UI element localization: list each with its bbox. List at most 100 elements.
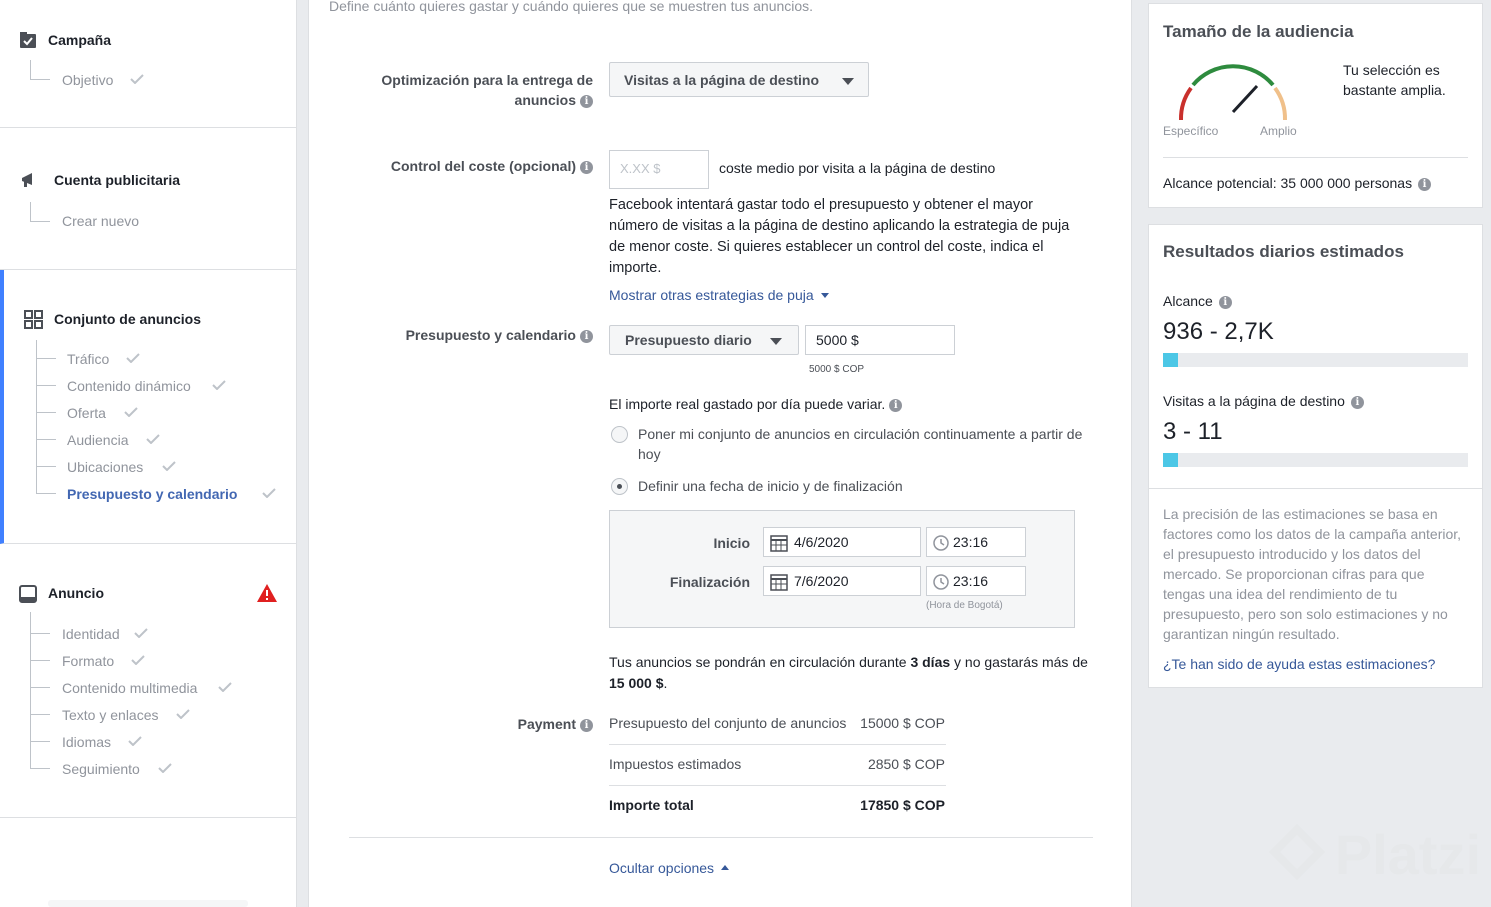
end-date-input[interactable]: 7/6/2020: [763, 566, 921, 596]
clock-icon: [933, 535, 949, 551]
tree-connector: [30, 612, 31, 768]
budget-variance-note: El importe real gastado por día puede va…: [609, 394, 903, 415]
timezone-note: (Hora de Bogotá): [926, 600, 1003, 611]
calendar-icon: [770, 535, 788, 552]
radio-dates[interactable]: [611, 478, 628, 495]
tree-connector: [36, 376, 56, 386]
sidebar-account-title[interactable]: Cuenta publicitaria: [54, 172, 180, 188]
visits-value: 3 - 11: [1163, 418, 1223, 445]
potential-reach-text: Alcance potencial: 35 000 000 personas: [1163, 175, 1413, 191]
tree-connector: [30, 202, 50, 222]
sidebar-item-seguimiento[interactable]: Seguimiento: [62, 759, 140, 779]
sidebar-section-ad: Anuncio Identidad Formato Contenido mult…: [0, 544, 297, 818]
tree-connector: [36, 430, 56, 440]
budget-label-text: Presupuesto y calendario: [405, 327, 576, 343]
payment-row-tax-value: 2850 $ COP: [867, 756, 945, 772]
tree-connector: [36, 340, 37, 491]
sidebar-campaign-title[interactable]: Campaña: [48, 32, 111, 48]
radio-continuous-label[interactable]: Poner mi conjunto de anuncios en circula…: [638, 424, 1098, 464]
tree-connector: [30, 732, 50, 742]
reach-bar-fill: [1163, 353, 1179, 367]
divider: [349, 837, 1093, 838]
start-date-input[interactable]: 4/6/2020: [763, 527, 921, 557]
cost-control-input[interactable]: X.XX $: [609, 150, 709, 189]
budget-type-dropdown[interactable]: Presupuesto diario: [609, 325, 799, 355]
info-icon[interactable]: i: [1418, 178, 1432, 191]
info-icon[interactable]: i: [580, 719, 593, 732]
info-icon[interactable]: i: [1350, 396, 1364, 409]
audience-size-card: Tamaño de la audiencia Específico Amplio…: [1148, 3, 1483, 208]
sidebar-item-identidad[interactable]: Identidad: [62, 624, 120, 644]
summary-end: .: [663, 675, 668, 691]
budget-amount-value: 5000 $: [816, 332, 859, 348]
sidebar-item-objetivo[interactable]: Objetivo: [62, 70, 113, 90]
divider: [1163, 157, 1468, 158]
tree-connector: [30, 651, 50, 661]
end-time-input[interactable]: 23:16: [926, 566, 1026, 596]
budget-amount-input[interactable]: 5000 $: [805, 325, 955, 355]
start-date-value: 4/6/2020: [794, 534, 849, 550]
payment-row-budget-name: Presupuesto del conjunto de anuncios: [609, 715, 847, 731]
show-bid-strategies-link[interactable]: Mostrar otras estrategias de puja: [609, 287, 829, 303]
daily-results-card: Resultados diarios estimados Alcance i 93…: [1148, 224, 1483, 688]
calendar-icon: [770, 574, 788, 591]
check-icon: [134, 628, 148, 638]
sidebar-item-ubicaciones[interactable]: Ubicaciones: [67, 457, 143, 477]
sidebar-item-idiomas[interactable]: Idiomas: [62, 732, 111, 752]
hide-options-text: Ocultar opciones: [609, 860, 715, 876]
estimates-feedback-link[interactable]: ¿Te han sido de ayuda estas estimaciones…: [1163, 656, 1435, 672]
show-bid-strategies-text: Mostrar otras estrategias de puja: [609, 287, 814, 303]
main-content: Define cuánto quieres gastar y cuándo qu…: [308, 0, 1132, 907]
daily-results-title: Resultados diarios estimados: [1163, 242, 1404, 261]
tree-connector: [36, 484, 56, 494]
sidebar-item-audiencia[interactable]: Audiencia: [67, 430, 129, 450]
check-icon: [218, 682, 232, 692]
budget-variance-text: El importe real gastado por día puede va…: [609, 396, 886, 412]
sidebar-item-presupuesto-calendario[interactable]: Presupuesto y calendario: [67, 484, 237, 504]
payment-row-tax-name: Impuestos estimados: [609, 756, 742, 772]
payment-row-budget-value: 15000 $ COP: [860, 715, 945, 731]
sidebar-adset-title[interactable]: Conjunto de anuncios: [54, 311, 201, 327]
start-time-value: 23:16: [953, 534, 989, 550]
hide-options-link[interactable]: Ocultar opciones: [609, 860, 729, 876]
sidebar-section-adset: Conjunto de anuncios Tráfico Contenido d…: [0, 270, 297, 544]
info-icon[interactable]: i: [889, 399, 903, 412]
sidebar-item-formato[interactable]: Formato: [62, 651, 114, 671]
radio-dates-label[interactable]: Definir una fecha de inicio y de finaliz…: [638, 476, 903, 497]
sidebar-item-trafico[interactable]: Tráfico: [67, 349, 109, 369]
sidebar-item-crear-nuevo[interactable]: Crear nuevo: [62, 211, 139, 231]
check-icon: [212, 380, 226, 390]
sidebar-bottom-button[interactable]: [48, 900, 248, 907]
info-icon[interactable]: i: [580, 95, 593, 108]
gauge-specific-label: Específico: [1163, 124, 1219, 138]
visits-bar: [1163, 453, 1468, 467]
reach-label-text: Alcance: [1163, 293, 1213, 309]
checkbox-folder-icon: [20, 32, 36, 48]
payment-label-text: Payment: [517, 716, 576, 732]
schedule-summary: Tus anuncios se pondrán en circulación d…: [609, 652, 1099, 694]
reach-value: 936 - 2,7K: [1163, 318, 1274, 345]
optimization-dropdown[interactable]: Visitas a la página de destino: [609, 62, 869, 97]
caret-down-icon: [820, 293, 829, 298]
check-icon: [131, 655, 145, 665]
tree-connector: [36, 349, 56, 359]
radio-continuous[interactable]: [611, 426, 628, 443]
sidebar-item-contenido-dinamico[interactable]: Contenido dinámico: [67, 376, 191, 396]
sidebar-item-contenido-multimedia[interactable]: Contenido multimedia: [62, 678, 197, 698]
tree-connector: [30, 759, 50, 769]
gauge-needle: [1231, 84, 1259, 114]
info-icon[interactable]: i: [580, 161, 593, 174]
sidebar-item-texto-enlaces[interactable]: Texto y enlaces: [62, 705, 159, 725]
sidebar-item-oferta[interactable]: Oferta: [67, 403, 106, 423]
sidebar-ad-title[interactable]: Anuncio: [48, 585, 104, 601]
start-time-input[interactable]: 23:16: [926, 527, 1026, 557]
check-icon: [126, 353, 140, 363]
divider: [609, 785, 946, 786]
caret-down-icon: [770, 338, 782, 345]
payment-row-total-name: Importe total: [609, 797, 694, 813]
info-icon[interactable]: i: [580, 330, 593, 343]
info-icon[interactable]: i: [1218, 296, 1232, 309]
start-label: Inicio: [713, 535, 750, 551]
visits-label-text: Visitas a la página de destino: [1163, 393, 1345, 409]
visits-bar-fill: [1163, 453, 1179, 467]
